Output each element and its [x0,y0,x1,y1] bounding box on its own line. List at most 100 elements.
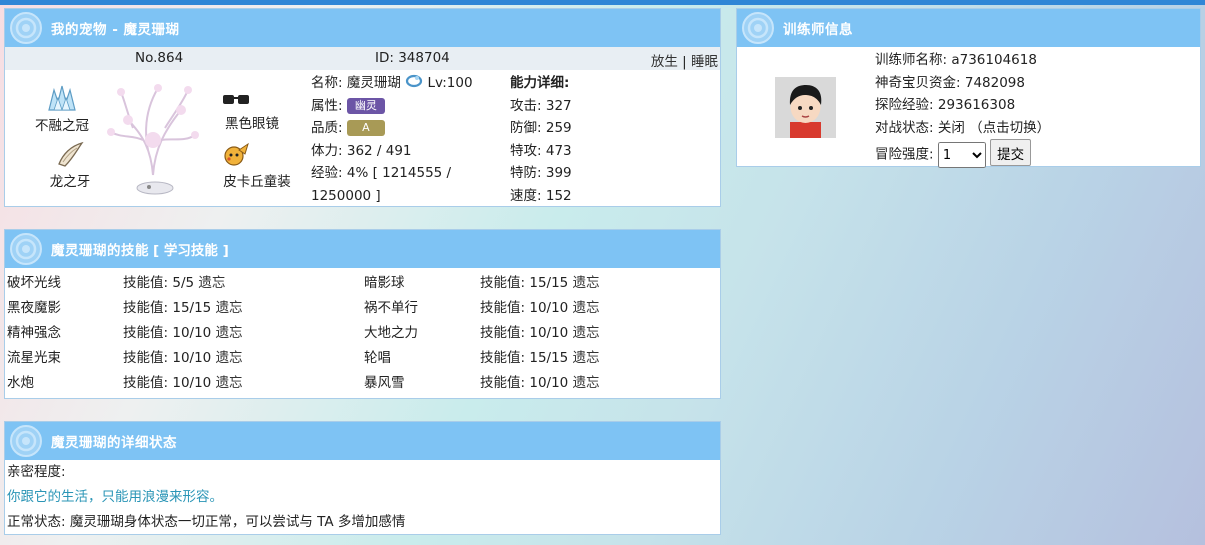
held-item-dragon-fang[interactable]: 龙之牙 [35,140,105,190]
skill-pp: 技能值: 15/15 遗忘 [480,271,600,296]
skill-pp-label: 技能值: [123,350,169,366]
trainer-funds-value: 7482098 [964,74,1025,91]
skill-pp: 技能值: 10/10 遗忘 [123,371,243,396]
exp-row: 经验: 4% [ 1214555 / [311,162,511,185]
learn-skill-wrapper: [ 学习技能 ] [153,239,229,259]
name-label: 名称: [311,75,343,91]
stat-value: 152 [545,187,572,204]
skill-name: 暴风雪 [364,375,405,391]
stat-label: 攻击: [510,97,542,114]
trainer-exp-label: 探险经验: [875,97,934,113]
held-item-pikachu-costume[interactable]: 皮卡丘童装 [217,142,297,190]
item-label: 不融之冠 [35,118,89,134]
battle-status-label: 对战状态: [875,119,934,136]
difficulty-select[interactable]: 1 [937,142,986,168]
item-label: 黑色眼镜 [225,116,279,132]
skill-pp-label: 技能值: [480,375,526,391]
submit-button[interactable]: 提交 [990,139,1032,166]
trainer-avatar [775,77,836,138]
stat-sp-attack: 特攻: 473 [510,140,630,163]
trainer-name-value: a736104618 [951,52,1037,68]
pokeball-logo-icon [10,233,42,265]
skill-pp-value: 15/15 [172,300,212,316]
stat-label: 速度: [510,187,542,204]
held-item-black-glasses[interactable]: 黑色眼镜 [217,90,287,132]
forget-skill-link[interactable]: 遗忘 [573,375,600,391]
bracket-close: ] [222,243,229,259]
forget-skill-link[interactable]: 遗忘 [573,325,600,341]
skill-pp-value: 15/15 [529,275,569,291]
stat-label: 防御: [510,120,542,136]
trainer-info: 训练师名称: a736104618 神奇宝贝资金: 7482098 探险经验: … [875,49,1050,168]
hp-value: 362 / 491 [346,142,412,159]
skill-name: 暗影球 [364,275,405,291]
sleep-link[interactable]: 睡眠 [691,54,718,70]
battle-toggle-link[interactable]: （点击切换） [969,120,1050,136]
item-label: 龙之牙 [49,174,91,190]
skill-name: 轮唱 [364,350,391,366]
skill-pp: 技能值: 5/5 遗忘 [123,271,225,296]
skill-pp-label: 技能值: [123,325,169,341]
skill-pp: 技能值: 15/15 遗忘 [123,296,243,321]
cursola-sprite-icon [107,84,199,195]
trainer-name-row: 训练师名称: a736104618 [875,49,1050,72]
status-panel: 魔灵珊瑚的详细状态 亲密程度: 你跟它的生活，只能用浪漫来形容。 正常状态: 魔… [4,421,721,535]
pet-id-row: No.864 ID: 348704 放生 | 睡眠 [5,47,720,70]
skill-name: 精神强念 [7,325,61,341]
pet-sprite-image [103,80,203,204]
forget-skill-link[interactable]: 遗忘 [198,275,225,291]
stats-title: 能力详细: [510,75,570,91]
skill-pp-label: 技能值: [480,275,526,291]
trainer-name-label: 训练师名称: [875,52,948,68]
stat-sp-defense: 特防: 399 [510,162,630,185]
pokeball-logo-icon [10,425,42,457]
trainer-funds-label: 神奇宝贝资金: [875,74,961,91]
stat-value: 327 [545,97,572,114]
grade-row: 品质: A [311,117,511,140]
exp-row-continued: 1250000 ] [311,185,511,208]
trainer-exp-row: 探险经验: 293616308 [875,94,1050,117]
forget-skill-link[interactable]: 遗忘 [573,350,600,366]
stat-label: 特攻: [510,142,542,159]
pet-body: 不融之冠 龙之牙 黑色眼镜 皮卡丘童装 名称: 魔灵珊瑚 Lv:100 属性: … [5,70,720,206]
stat-attack: 攻击: 327 [510,95,630,118]
skill-pp: 技能值: 10/10 遗忘 [480,296,600,321]
skill-pp-value: 10/10 [172,325,212,341]
held-item-ice-crown[interactable]: 不融之冠 [27,84,97,134]
intimacy-text: 你跟它的生活，只能用浪漫来形容。 [7,489,223,505]
item-label: 皮卡丘童装 [223,174,291,190]
skill-pp-label: 技能值: [123,275,169,291]
condition-text: 正常状态: 魔灵珊瑚身体状态一切正常，可以尝试与 TA 多增加感情 [7,514,406,530]
skill-pp-value: 10/10 [529,325,569,341]
battle-status-row: 对战状态: 关闭 （点击切换） [875,117,1050,140]
hp-row: 体力: 362 / 491 [311,140,511,163]
skill-name: 水炮 [7,375,34,391]
black-glasses-icon [223,95,249,104]
stat-speed: 速度: 152 [510,185,630,208]
ice-crown-icon [48,85,76,111]
forget-skill-link[interactable]: 遗忘 [216,375,243,391]
release-link[interactable]: 放生 [651,54,678,70]
forget-skill-link[interactable]: 遗忘 [216,350,243,366]
forget-skill-link[interactable]: 遗忘 [573,275,600,291]
trainer-funds-row: 神奇宝贝资金: 7482098 [875,72,1050,95]
level-value: Lv:100 [427,75,473,91]
skill-name: 流星光束 [7,350,61,366]
learn-skill-link[interactable]: 学习技能 [164,243,218,259]
skill-pp-value: 15/15 [529,350,569,366]
trainer-panel-title: 训练师信息 [783,22,853,38]
trainer-panel: 训练师信息 训练师名称: a736104618 神奇宝贝资金: 7482098 … [736,8,1201,168]
pet-panel-header: 我的宠物 - 魔灵珊瑚 [5,9,720,47]
skill-name: 祸不单行 [364,300,418,316]
status-panel-header: 魔灵珊瑚的详细状态 [5,422,720,460]
shiny-ring-icon [406,74,423,88]
forget-skill-link[interactable]: 遗忘 [216,325,243,341]
forget-skill-link[interactable]: 遗忘 [216,300,243,316]
pet-panel: 我的宠物 - 魔灵珊瑚 No.864 ID: 348704 放生 | 睡眠 不融… [4,8,721,207]
intimacy-label: 亲密程度: [7,464,66,480]
forget-skill-link[interactable]: 遗忘 [573,300,600,316]
skill-pp-label: 技能值: [123,375,169,391]
hp-label: 体力: [311,142,343,159]
attr-badge: 幽灵 [346,97,385,114]
stat-defense: 防御: 259 [510,117,630,140]
